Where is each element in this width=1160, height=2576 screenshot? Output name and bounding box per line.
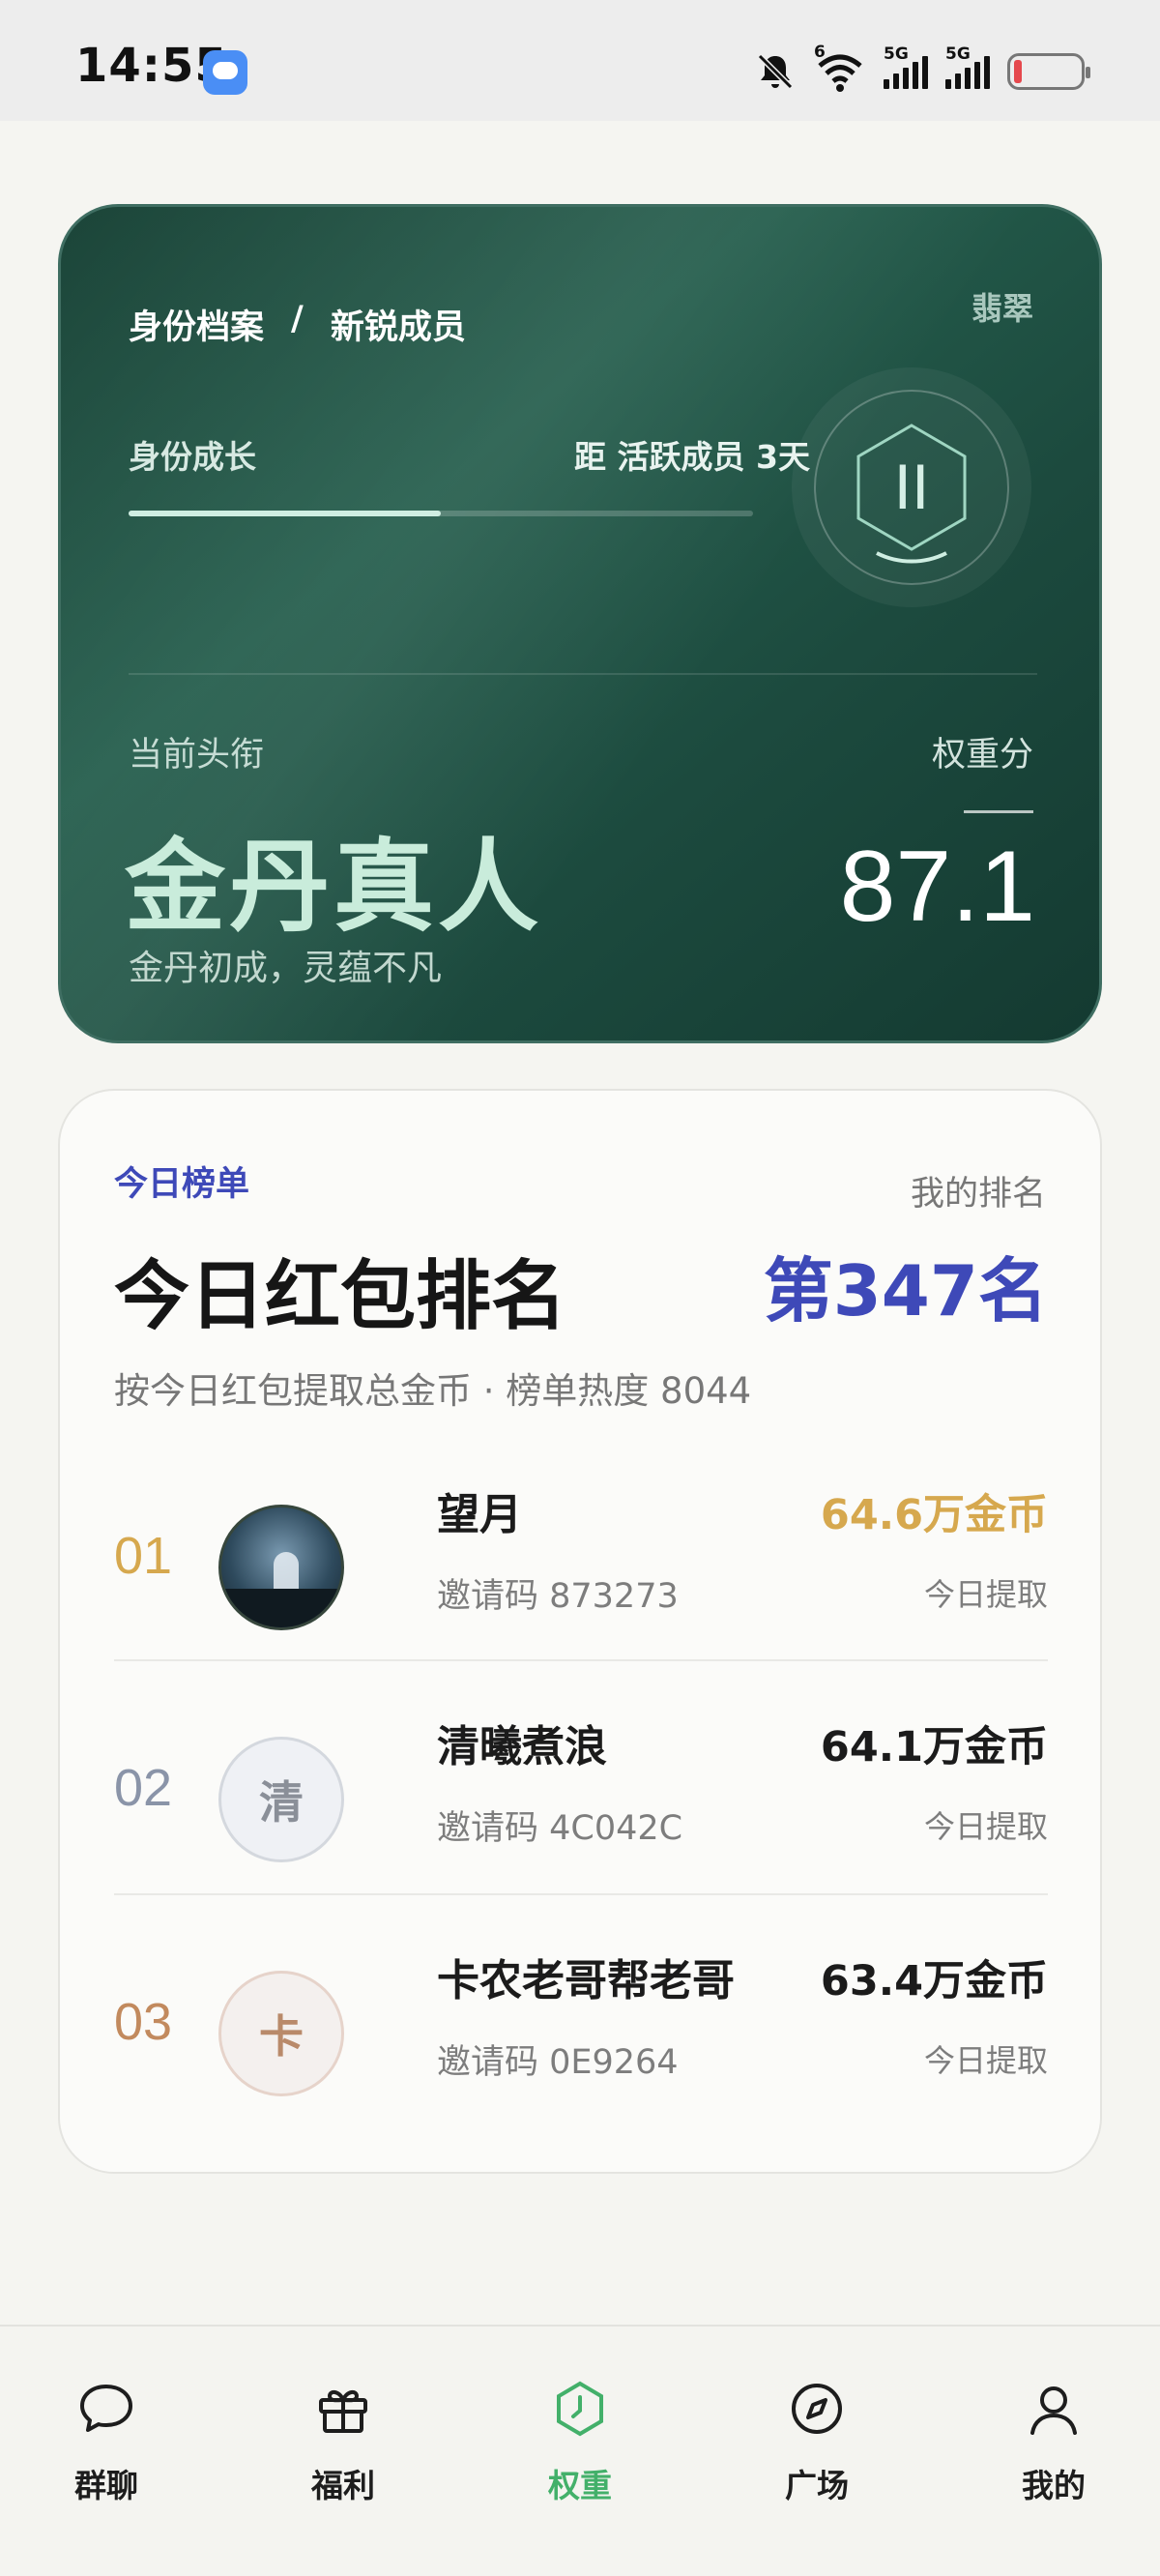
user-name: 卡农老哥帮老哥 [437, 1956, 735, 2005]
compass-icon [792, 2384, 842, 2434]
current-title-sub: 金丹初成，灵蕴不凡 [129, 949, 443, 988]
amount-sub: 今日提取 [923, 1808, 1048, 1845]
signal-2-icon: 5G [945, 44, 990, 89]
rank-number: 01 [114, 1527, 173, 1585]
signal-2-tag: 5G [945, 44, 971, 64]
rank-row[interactable]: 03 卡 卡农老哥帮老哥 邀请码 0E9264 63.4万金币 今日提取 [114, 1905, 1048, 2137]
status-bar: 14:55 6 5G 5G [0, 0, 1160, 121]
weight-hexagon-icon [557, 2381, 603, 2437]
identity-card[interactable]: 身份档案 / 新锐成员 翡翠 身份成长 距 活跃成员 3天 II 当前头衔 金丹… [58, 204, 1102, 1043]
weight-dash [964, 810, 1033, 813]
gift-icon [319, 2389, 367, 2433]
invite-code: 邀请码 873273 [437, 1577, 679, 1616]
chat-bubble-icon [80, 2385, 132, 2432]
current-title-label: 当前头衔 [129, 736, 265, 775]
breadcrumb-left: 身份档案 [129, 308, 265, 347]
nav-chat-label: 群聊 [74, 2467, 138, 2504]
nav-mine[interactable]: 我的 [957, 2379, 1150, 2506]
user-name: 望月 [437, 1490, 522, 1539]
nav-welfare[interactable]: 福利 [246, 2379, 440, 2506]
breadcrumb-right: 新锐成员 [330, 308, 466, 347]
rank-number: 02 [114, 1759, 173, 1817]
ranking-tag: 今日榜单 [114, 1165, 250, 1204]
nav-weight-label: 权重 [548, 2467, 612, 2504]
nav-welfare-label: 福利 [311, 2467, 375, 2504]
avatar[interactable] [218, 1505, 344, 1630]
breadcrumb-sep: / [291, 300, 304, 338]
growth-progress-bar [129, 511, 753, 516]
ranking-card: 今日榜单 我的排名 今日红包排名 第347名 按今日红包提取总金币 · 榜单热度… [58, 1089, 1102, 2174]
avatar[interactable]: 清 [218, 1737, 344, 1862]
nav-chat[interactable]: 群聊 [10, 2379, 203, 2506]
amount-sub: 今日提取 [923, 2042, 1048, 2079]
wifi-icon: 6 [814, 43, 866, 93]
avatar[interactable]: 卡 [218, 1971, 344, 2096]
growth-label: 身份成长 [129, 438, 256, 476]
invite-code: 邀请码 0E9264 [437, 2043, 679, 2082]
rank-badge-icon: II [792, 367, 1031, 607]
card-divider [129, 673, 1037, 675]
my-rank-value[interactable]: 第347名 [764, 1234, 1048, 1335]
rank-number: 03 [114, 1993, 173, 2051]
user-name: 清曦煮浪 [437, 1722, 607, 1771]
weight-score: 87.1 [839, 831, 1035, 943]
ranking-desc: 按今日红包提取总金币 · 榜单热度 8044 [114, 1370, 752, 1412]
growth-next: 距 活跃成员 3天 [574, 438, 810, 476]
weight-label: 权重分 [931, 736, 1033, 775]
growth-progress-fill [129, 511, 441, 516]
signal-1-icon: 5G [884, 44, 928, 89]
nav-square-label: 广场 [785, 2467, 849, 2504]
coin-amount: 64.1万金币 [820, 1723, 1048, 1771]
badge-glyph: II [894, 451, 930, 522]
rank-row[interactable]: 02 清 清曦煮浪 邀请码 4C042C 64.1万金币 今日提取 [114, 1671, 1048, 1903]
coin-amount: 64.6万金币 [820, 1491, 1048, 1539]
wifi-tag: 6 [814, 43, 826, 62]
status-icons: 6 5G 5G [754, 43, 1090, 101]
signal-1-tag: 5G [884, 44, 909, 64]
nav-mine-label: 我的 [1022, 2467, 1086, 2504]
person-icon [1030, 2386, 1077, 2435]
nav-square[interactable]: 广场 [720, 2379, 914, 2506]
current-title: 金丹真人 [125, 828, 543, 946]
coin-amount: 63.4万金币 [820, 1957, 1048, 2005]
amount-sub: 今日提取 [923, 1576, 1048, 1613]
breadcrumb: 身份档案 / 新锐成员 [129, 300, 466, 349]
nav-weight[interactable]: 权重 [483, 2379, 677, 2506]
my-rank-label: 我的排名 [910, 1175, 1046, 1214]
rank-row[interactable]: 01 望月 邀请码 873273 64.6万金币 今日提取 [114, 1439, 1048, 1671]
tier-label: 翡翠 [971, 290, 1033, 327]
message-app-icon [203, 50, 247, 95]
invite-code: 邀请码 4C042C [437, 1809, 683, 1848]
ranking-title: 今日红包排名 [114, 1253, 567, 1340]
bottom-nav: 群聊 福利 权重 广场 我的 [0, 2325, 1160, 2576]
row-divider [114, 1893, 1048, 1895]
row-divider [114, 1659, 1048, 1661]
mute-bell-icon [757, 53, 794, 90]
battery-icon [1007, 53, 1090, 90]
